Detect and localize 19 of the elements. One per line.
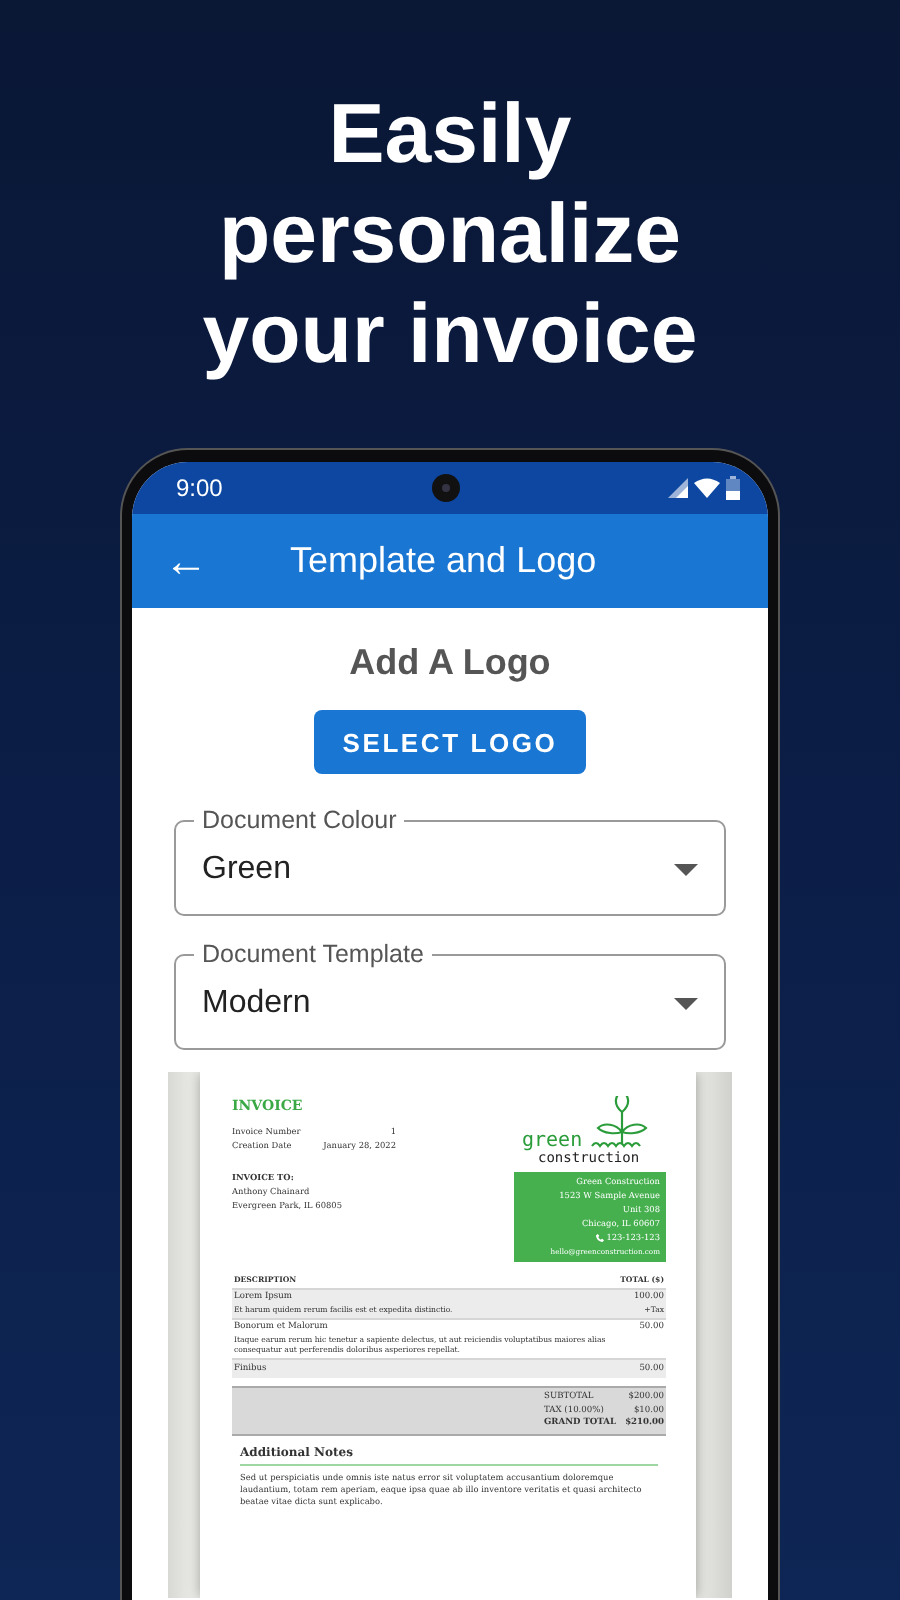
section-heading: Add A Logo <box>347 642 553 684</box>
back-button[interactable]: ← <box>164 539 256 583</box>
field-label: Document Colour <box>194 806 405 834</box>
signal-icon <box>668 478 688 498</box>
dropdown-arrow-icon <box>674 863 698 875</box>
battery-icon <box>726 476 740 500</box>
status-time: 9:00 <box>176 474 223 502</box>
field-value: Modern <box>202 985 313 1021</box>
screen-title: Template and Logo <box>290 540 597 582</box>
field-label: Document Template <box>194 940 432 968</box>
dropdown-arrow-icon <box>674 997 698 1009</box>
select-logo-button[interactable]: SELECT LOGO <box>314 710 586 774</box>
dropdown-field[interactable]: Document Template Modern <box>174 940 726 1050</box>
wifi-icon <box>694 478 720 498</box>
front-camera <box>432 474 460 502</box>
headline: Easily personalize your invoice <box>200 84 700 384</box>
phone-icon <box>596 1234 605 1243</box>
field-value: Green <box>202 851 293 887</box>
dropdown-field[interactable]: Document Colour Green <box>174 806 726 916</box>
